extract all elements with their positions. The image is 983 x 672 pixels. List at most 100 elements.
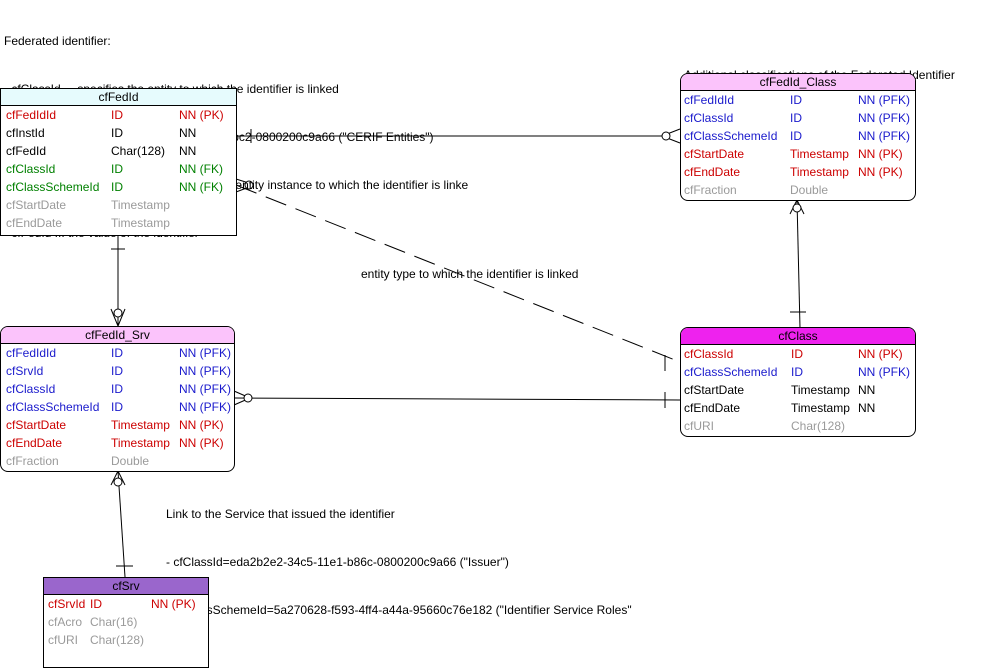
column-name: cfClassSchemeId (684, 129, 778, 143)
entity-cfSrv[interactable]: cfSrv cfSrvId ID NN (PK) cfAcro Char(16) cfURI… (43, 577, 209, 668)
column-name: cfClassId (6, 382, 56, 396)
note-line: Federated identifier: (4, 34, 111, 48)
column-name: cfFedIdId (6, 108, 57, 122)
column-constraint: NN (858, 383, 876, 397)
entity-row: cfClassId ID NN (PFK) (1, 380, 234, 398)
rel-fedidsrv-srv (110, 470, 133, 578)
column-type: Timestamp (791, 401, 850, 415)
entity-row: cfClassId ID NN (PFK) (681, 109, 915, 127)
column-type: ID (111, 346, 123, 360)
entity-row: cfEndDate Timestamp (1, 214, 236, 232)
column-name: cfAcro (48, 615, 83, 629)
entity-row: cfStartDate Timestamp NN (PK) (1, 416, 234, 434)
entity-cfFedId_Srv[interactable]: cfFedId_Srv cfFedIdId ID NN (PFK) cfSrvId ID N… (0, 326, 235, 472)
entity-title: cfFedId_Class (681, 74, 915, 91)
column-constraint: NN (PFK) (858, 111, 910, 125)
column-type: Double (111, 454, 150, 468)
rel-fedidsrv-class (233, 390, 681, 408)
column-type: ID (90, 597, 102, 611)
entity-row: cfStartDate Timestamp NN (PK) (681, 145, 915, 163)
entity-cfClass[interactable]: cfClass cfClassId ID NN (PK) cfClassSchemeId… (680, 327, 916, 437)
entity-row: cfClassSchemeId ID NN (FK) (1, 178, 236, 196)
entity-row: cfClassSchemeId ID NN (PFK) (1, 398, 234, 416)
column-constraint: NN (179, 144, 197, 158)
entity-title: cfClass (681, 328, 915, 345)
column-type: ID (111, 108, 123, 122)
column-constraint: NN (PK) (858, 147, 903, 161)
column-constraint: NN (FK) (179, 162, 223, 176)
column-constraint: NN (PFK) (858, 365, 910, 379)
column-name: cfEndDate (684, 165, 741, 179)
entity-row: cfFedIdId ID NN (PK) (1, 106, 236, 124)
entity-title: cfSrv (44, 578, 208, 595)
column-name: cfEndDate (6, 436, 63, 450)
column-name: cfInstId (6, 126, 45, 140)
column-type: Timestamp (791, 383, 850, 397)
column-constraint: NN (PK) (179, 436, 224, 450)
entity-cfFedId_Class[interactable]: cfFedId_Class cfFedIdId ID NN (PFK) cfClassI… (680, 73, 916, 201)
column-type: Timestamp (790, 165, 849, 179)
note-line: Link to the Service that issued the iden… (166, 507, 395, 521)
entity-row: cfURI Char(128) (681, 417, 915, 435)
service-link-note: Link to the Service that issued the iden… (166, 474, 632, 634)
column-type: ID (111, 180, 123, 194)
column-type: Timestamp (111, 418, 170, 432)
column-constraint: NN (PFK) (179, 382, 231, 396)
column-type: Timestamp (111, 216, 170, 230)
entity-row: cfStartDate Timestamp NN (681, 381, 915, 399)
column-constraint: NN (PFK) (179, 364, 231, 378)
column-name: cfStartDate (684, 147, 745, 161)
entity-row: cfFedIdId ID NN (PFK) (681, 91, 915, 109)
column-name: cfClassSchemeId (6, 400, 100, 414)
column-name: cfEndDate (6, 216, 63, 230)
column-name: cfClassSchemeId (6, 180, 100, 194)
entity-row: cfClassId ID NN (FK) (1, 160, 236, 178)
note-line: - cfClassSchemeId=5a270628-f593-4ff4-a44… (166, 603, 632, 617)
column-constraint: NN (PK) (179, 418, 224, 432)
column-name: cfURI (48, 633, 78, 647)
column-type: Timestamp (111, 436, 170, 450)
entity-row: cfEndDate Timestamp NN (PK) (1, 434, 234, 452)
column-type: Char(128) (111, 144, 166, 158)
column-type: ID (790, 93, 802, 107)
column-constraint: NN (PFK) (179, 400, 231, 414)
entity-cfFedId[interactable]: cfFedId cfFedIdId ID NN (PK) cfInstId ID NN cfF… (0, 88, 237, 236)
entity-row: cfInstId ID NN (1, 124, 236, 142)
column-constraint: NN (PFK) (179, 346, 231, 360)
entity-row: cfClassId ID NN (PK) (681, 345, 915, 363)
column-name: cfEndDate (684, 401, 741, 415)
column-constraint: NN (179, 126, 197, 140)
column-constraint: NN (PK) (151, 597, 196, 611)
column-type: ID (111, 126, 123, 140)
column-constraint: NN (PFK) (858, 129, 910, 143)
note-line: - cfClassId=eda2b2e2-34c5-11e1-b86c-0800… (166, 555, 509, 569)
entity-type-label: entity type to which the identifier is l… (361, 267, 579, 281)
entity-title: cfFedId_Srv (1, 327, 234, 344)
column-type: ID (111, 364, 123, 378)
entity-title: cfFedId (1, 89, 236, 106)
rel-fedidclass-class (789, 199, 806, 329)
entity-row: cfFedIdId ID NN (PFK) (1, 344, 234, 362)
entity-row: cfClassSchemeId ID NN (PFK) (681, 363, 915, 381)
column-constraint: NN (PK) (858, 347, 903, 361)
column-name: cfStartDate (684, 383, 745, 397)
entity-row: cfEndDate Timestamp NN (PK) (681, 163, 915, 181)
entity-row: cfURI Char(128) (44, 631, 208, 649)
entity-row: cfClassSchemeId ID NN (PFK) (681, 127, 915, 145)
column-constraint: NN (PFK) (858, 93, 910, 107)
column-name: cfSrvId (6, 364, 44, 378)
column-type: Timestamp (111, 198, 170, 212)
entity-row: cfFraction Double (681, 181, 915, 199)
entity-row: cfFedId Char(128) NN (1, 142, 236, 160)
column-name: cfClassId (6, 162, 56, 176)
column-constraint: NN (FK) (179, 180, 223, 194)
entity-row: cfFraction Double (1, 452, 234, 470)
column-name: cfStartDate (6, 418, 67, 432)
column-type: ID (790, 129, 802, 143)
column-name: cfClassId (684, 111, 734, 125)
column-type: Timestamp (790, 147, 849, 161)
column-type: Char(128) (791, 419, 846, 433)
column-name: cfSrvId (48, 597, 86, 611)
column-name: cfFraction (6, 454, 59, 468)
column-name: cfFedIdId (684, 93, 735, 107)
